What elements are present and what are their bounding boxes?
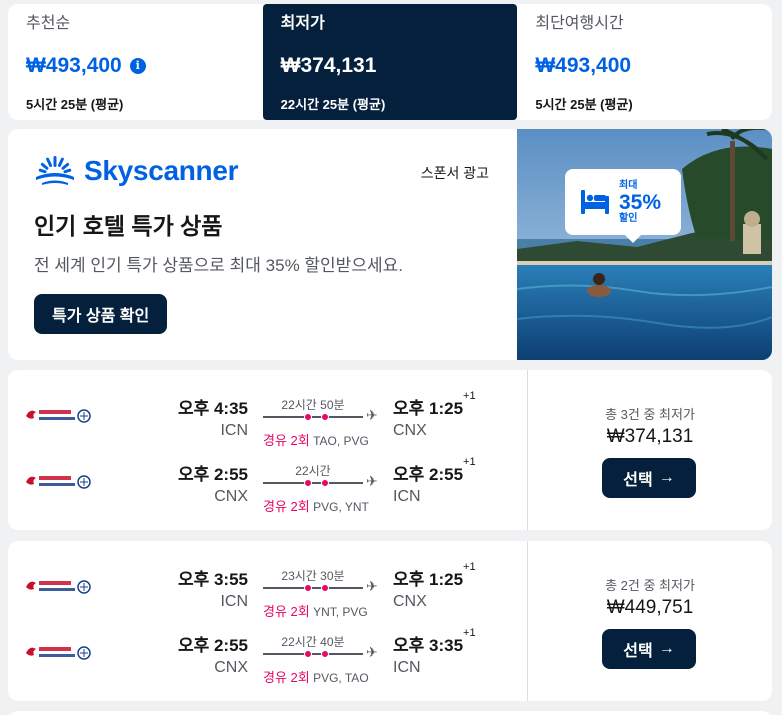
sunburst-icon — [36, 156, 74, 185]
stop-dot — [321, 650, 329, 658]
tab-price: ₩493,400 — [26, 54, 122, 77]
select-button[interactable]: 선택 → — [602, 629, 696, 669]
arrival-time: 오후 3:35 — [393, 636, 464, 655]
stop-dot — [321, 413, 329, 421]
stop-dot — [304, 413, 312, 421]
stops-count: 경유 2회 — [263, 499, 310, 514]
tab-label: 추천순 — [26, 15, 71, 32]
arrival-airport: ICN — [393, 488, 421, 505]
stop-dot — [321, 479, 329, 487]
sort-tabs: 추천순 ₩493,400 i 5시간 25분 (평균) 최저가 ₩374,131… — [8, 4, 773, 120]
price: ₩374,131 — [606, 426, 694, 447]
arrival-airport: CNX — [393, 593, 427, 610]
china-eastern-logo — [26, 646, 91, 660]
stops-count: 경유 2회 — [263, 433, 310, 448]
china-eastern-logo — [26, 580, 91, 594]
arrival-time: 오후 2:55 — [393, 465, 464, 484]
arrival-airport: CNX — [393, 422, 427, 439]
arrival-time: 오후 1:25 — [393, 399, 464, 418]
return-leg: 오후 2:55 CNX 22시간 40분 ✈ 경유 2회 PVG, TAO 오후… — [8, 627, 527, 691]
ad-title: 인기 호텔 특가 상품 — [34, 213, 223, 239]
price: ₩449,751 — [606, 597, 694, 618]
arrow-right-icon: → — [658, 640, 675, 657]
tab-duration: 22시간 25분 (평균) — [280, 97, 386, 112]
arrival-airport: ICN — [393, 659, 421, 676]
route-line — [263, 587, 363, 589]
tab-label: 최단여행시간 — [535, 15, 624, 32]
flight-duration: 22시간 40분 — [281, 635, 345, 649]
view-deals-button[interactable]: 특가 상품 확인 — [34, 294, 168, 334]
stop-dot — [304, 650, 312, 658]
skyscanner-logo: Skyscanner — [34, 155, 239, 187]
tab-fastest[interactable]: 최단여행시간 ₩493,400 5시간 25분 (평균) — [517, 4, 773, 120]
ad-image-pool: 최대 35% 할인 — [517, 129, 772, 360]
arrival-time: 오후 1:25 — [393, 570, 464, 589]
badge-top: 최대 — [619, 179, 638, 191]
outbound-leg: 오후 4:35 ICN 22시간 50분 ✈ 경유 2회 TAO, PVG 오후… — [8, 390, 527, 454]
china-eastern-logo — [26, 475, 91, 489]
departure-airport: ICN — [220, 422, 248, 439]
price-label: 총 2건 중 최저가 — [605, 578, 695, 593]
route-line — [263, 653, 363, 655]
day-offset: +1 — [463, 627, 476, 639]
flight-duration: 22시간 — [295, 464, 331, 478]
badge-bottom: 할인 — [619, 212, 638, 224]
return-leg: 오후 2:55 CNX 22시간 ✈ 경유 2회 PVG, YNT 오후 2:5… — [8, 456, 527, 520]
departure-airport: ICN — [220, 593, 248, 610]
sponsored-ad[interactable]: Skyscanner 스폰서 광고 인기 호텔 특가 상품 전 세계 인기 특가… — [8, 129, 772, 360]
tab-cheapest[interactable]: 최저가 ₩374,131 22시간 25분 (평균) — [262, 4, 518, 120]
departure-airport: CNX — [214, 659, 248, 676]
day-offset: +1 — [463, 561, 476, 573]
bed-icon — [581, 190, 609, 214]
plane-icon: ✈ — [366, 473, 378, 489]
result-card[interactable]: 오후 4:35 ICN 22시간 50분 ✈ 경유 2회 TAO, PVG 오후… — [8, 370, 772, 530]
stop-dot — [304, 584, 312, 592]
tab-duration: 5시간 25분 (평균) — [535, 97, 633, 112]
ad-description: 전 세계 인기 특가 상품으로 최대 35% 할인받으세요. — [34, 256, 403, 275]
departure-time: 오후 3:55 — [177, 570, 248, 589]
stop-dot — [304, 479, 312, 487]
departure-time: 오후 2:55 — [177, 465, 248, 484]
departure-time: 오후 2:55 — [177, 636, 248, 655]
arrow-right-icon: → — [658, 469, 675, 486]
flight-duration: 22시간 50분 — [281, 398, 345, 412]
discount-badge: 최대 35% 할인 — [565, 169, 681, 243]
stops-count: 경유 2회 — [263, 670, 310, 685]
route-line — [263, 482, 363, 484]
tab-price: ₩493,400 — [535, 54, 632, 77]
outbound-leg: 오후 3:55 ICN 23시간 30분 ✈ 경유 2회 YNT, PVG 오후… — [8, 561, 527, 625]
flight-duration: 23시간 30분 — [281, 569, 345, 583]
tab-label: 최저가 — [280, 15, 325, 32]
tab-duration: 5시간 25분 (평균) — [26, 97, 124, 112]
badge-main: 35% — [619, 190, 662, 214]
stops-via: YNT, PVG — [313, 605, 368, 619]
brand-name: Skyscanner — [84, 155, 239, 186]
tab-price: ₩374,131 — [280, 54, 377, 77]
stops-via: TAO, PVG — [313, 434, 369, 448]
info-icon[interactable]: i — [129, 58, 146, 74]
stops-via: PVG, YNT — [313, 500, 369, 514]
day-offset: +1 — [463, 390, 476, 402]
select-label: 선택 — [623, 472, 653, 489]
select-label: 선택 — [623, 643, 653, 660]
result-card[interactable]: 오후 3:55 ICN 23시간 30분 ✈ 경유 2회 YNT, PVG 오후… — [8, 541, 772, 701]
departure-airport: CNX — [214, 488, 248, 505]
stop-dot — [321, 584, 329, 592]
china-eastern-logo — [26, 409, 91, 423]
plane-icon: ✈ — [366, 644, 378, 660]
plane-icon: ✈ — [366, 578, 378, 594]
stops-count: 경유 2회 — [263, 604, 310, 619]
price-label: 총 3건 중 최저가 — [605, 407, 695, 422]
day-offset: +1 — [463, 456, 476, 468]
select-button[interactable]: 선택 → — [602, 458, 696, 498]
sponsor-label: 스폰서 광고 — [420, 165, 489, 181]
route-line — [263, 416, 363, 418]
departure-time: 오후 4:35 — [177, 399, 248, 418]
plane-icon: ✈ — [366, 407, 378, 423]
infinity-pool-image — [517, 129, 772, 360]
tab-recommended[interactable]: 추천순 ₩493,400 i 5시간 25분 (평균) — [8, 4, 263, 120]
next-result-card — [8, 711, 772, 715]
stops-via: PVG, TAO — [313, 671, 369, 685]
